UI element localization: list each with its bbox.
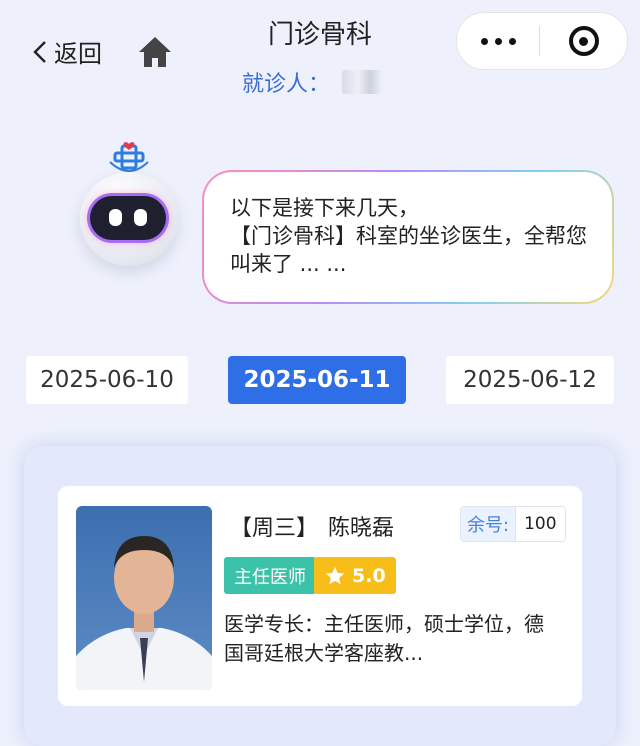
doctor-photo: [76, 506, 212, 690]
rating-value: 5.0: [352, 564, 386, 587]
robot-eye: [134, 209, 147, 226]
quota-label: 余号:: [461, 507, 516, 541]
date-tab[interactable]: 2025-06-10: [26, 356, 188, 404]
doctor-name: 陈晓磊: [328, 516, 395, 541]
robot-avatar: [80, 172, 178, 266]
patient-label: 就诊人：: [242, 72, 331, 97]
robot-visor: [90, 196, 166, 240]
patient-name-redacted: [342, 70, 383, 94]
date-tab[interactable]: 2025-06-12: [446, 356, 614, 404]
quota-value: 100: [515, 507, 565, 541]
doctor-portrait-icon: [76, 536, 212, 690]
more-dot-icon: [480, 37, 488, 45]
doctor-title-tag: 主任医师: [224, 557, 316, 594]
star-icon: [325, 566, 345, 584]
date-tab-selected[interactable]: 2025-06-11: [228, 356, 406, 404]
more-dot-icon: [508, 37, 516, 45]
hospital-logo-icon: [109, 142, 149, 172]
rating-tag: 5.0: [314, 557, 396, 594]
doctor-specialty: 医学专长：主任医师，硕士学位，德国哥廷根大学客座教...: [224, 612, 544, 665]
more-dot-icon: [494, 37, 502, 45]
remaining-quota-badge: 余号: 100: [460, 506, 566, 542]
close-mini-program-button[interactable]: [540, 26, 627, 56]
target-icon: [568, 26, 599, 56]
weekday-label: 【周三】: [230, 516, 319, 541]
assistant-speech-bubble: 以下是接下来几天， 【门诊骨科】科室的坐诊医生，全帮您叫来了 ... ...: [202, 170, 614, 304]
more-menu-button[interactable]: [457, 37, 539, 45]
doctor-name-line: 【周三】 陈晓磊: [230, 510, 394, 542]
robot-eye: [109, 209, 122, 226]
assistant-message: 以下是接下来几天， 【门诊骨科】科室的坐诊医生，全帮您叫来了 ... ...: [204, 172, 612, 302]
patient-selector[interactable]: 就诊人：: [242, 66, 383, 98]
mini-program-capsule: [456, 12, 628, 70]
